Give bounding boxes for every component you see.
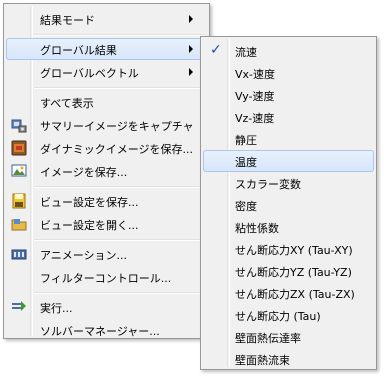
submenu-item-viscosity[interactable]: 粘性係数	[203, 216, 374, 238]
film-icon	[11, 140, 27, 156]
menu-item-label: せん断応力ZX (Tau-ZX)	[235, 288, 355, 301]
menu-item-label: Vy-速度	[235, 90, 275, 103]
menu-item-label: グローバルベクトル	[40, 67, 139, 80]
menu-item-label: アニメーション...	[40, 249, 128, 262]
menu-item-label: ソルバーマネージャー...	[40, 325, 160, 338]
submenu-item-wall-heat-flux[interactable]: 壁面熱流束	[203, 348, 374, 370]
menu-item-label: ダイナミックイメージを保存...	[40, 143, 194, 156]
menu-item-label: 粘性係数	[235, 222, 279, 235]
menu-separator	[34, 87, 205, 89]
menu-item-save-image[interactable]: イメージを保存...	[6, 160, 207, 182]
menu-item-result-mode[interactable]: 結果モード	[6, 8, 207, 30]
submenu-item-vy-velocity[interactable]: Vy-速度	[203, 84, 374, 106]
menu-item-label: Vx-速度	[235, 68, 276, 81]
checkmark-icon: ✓	[210, 42, 222, 58]
menu-item-label: ビュー設定を開く...	[40, 219, 139, 232]
menu-separator	[34, 34, 205, 36]
menu-item-label: 温度	[235, 156, 257, 169]
menu-item-label: 結果モード	[40, 14, 95, 27]
menu-separator	[34, 239, 205, 241]
menu-item-save-view-settings[interactable]: ビュー設定を保存...	[6, 190, 207, 212]
submenu-arrow-icon	[189, 68, 193, 76]
submenu-item-temperature[interactable]: 温度	[203, 150, 374, 172]
menu-item-label: スカラー変数	[235, 178, 301, 191]
submenu-item-shear-stress-yz[interactable]: せん断応力YZ (Tau-YZ)	[203, 260, 374, 282]
menu-item-label: サマリーイメージをキャプチャ	[40, 120, 194, 133]
submenu-item-wall-heat-transfer-coefficient[interactable]: 壁面熱伝達率	[203, 326, 374, 348]
menu-item-capture-summary-image[interactable]: サマリーイメージをキャプチャ	[6, 114, 207, 136]
menu-item-label: 実行...	[40, 302, 73, 315]
menu-item-label: 密度	[235, 200, 257, 213]
submenu-arrow-icon	[189, 15, 193, 23]
submenu-item-vz-velocity[interactable]: Vz-速度	[203, 106, 374, 128]
menu-item-label: すべて表示	[40, 97, 94, 110]
camera-icon	[11, 119, 27, 133]
submenu-item-shear-stress-tau[interactable]: せん断応力 (Tau)	[203, 304, 374, 326]
context-menu: 結果モード グローバル結果 グローバルベクトル すべて表示 サマリーイメージをキ…	[3, 3, 210, 339]
menu-item-solver-manager[interactable]: ソルバーマネージャー...	[6, 319, 207, 341]
submenu-item-static-pressure[interactable]: 静圧	[203, 128, 374, 150]
submenu-item-scalar-variable[interactable]: スカラー変数	[203, 172, 374, 194]
menu-item-run[interactable]: 実行...	[6, 296, 207, 318]
menu-separator	[34, 186, 205, 188]
menu-item-label: フィルターコントロール...	[40, 272, 172, 285]
menu-item-label: イメージを保存...	[40, 166, 128, 179]
menu-item-save-dynamic-image[interactable]: ダイナミックイメージを保存...	[6, 137, 207, 159]
menu-separator	[34, 292, 205, 294]
global-results-submenu: ✓ 流速 Vx-速度 Vy-速度 Vz-速度 静圧 温度 スカラー変数 密度 粘…	[200, 36, 377, 370]
folder-icon	[11, 219, 27, 231]
submenu-item-shear-stress-xy[interactable]: せん断応力XY (Tau-XY)	[203, 238, 374, 260]
submenu-item-vx-velocity[interactable]: Vx-速度	[203, 62, 374, 84]
menu-item-label: 静圧	[235, 134, 257, 147]
save-icon	[12, 193, 26, 209]
menu-item-label: せん断応力 (Tau)	[235, 310, 321, 323]
menu-item-label: ビュー設定を保存...	[40, 196, 139, 209]
submenu-item-flow-velocity[interactable]: ✓ 流速	[203, 40, 374, 62]
menu-item-label: 壁面熱流束	[235, 354, 290, 367]
menu-item-filter-control[interactable]: フィルターコントロール...	[6, 266, 207, 288]
menu-item-label: Vz-速度	[235, 112, 275, 125]
animation-icon	[11, 249, 27, 260]
menu-item-label: せん断応力YZ (Tau-YZ)	[235, 266, 352, 279]
menu-item-label: せん断応力XY (Tau-XY)	[235, 244, 353, 257]
run-icon	[12, 301, 26, 311]
submenu-item-density[interactable]: 密度	[203, 194, 374, 216]
submenu-arrow-icon	[189, 45, 193, 53]
menu-item-animation[interactable]: アニメーション...	[6, 243, 207, 265]
menu-item-global-results[interactable]: グローバル結果	[6, 38, 207, 60]
menu-item-label: グローバル結果	[40, 44, 117, 57]
menu-item-open-view-settings[interactable]: ビュー設定を開く...	[6, 213, 207, 235]
image-icon	[11, 164, 27, 177]
submenu-item-shear-stress-zx[interactable]: せん断応力ZX (Tau-ZX)	[203, 282, 374, 304]
menu-item-label: 流速	[235, 46, 257, 59]
menu-item-label: 壁面熱伝達率	[235, 332, 301, 345]
menu-item-show-all[interactable]: すべて表示	[6, 91, 207, 113]
menu-item-global-vector[interactable]: グローバルベクトル	[6, 61, 207, 83]
